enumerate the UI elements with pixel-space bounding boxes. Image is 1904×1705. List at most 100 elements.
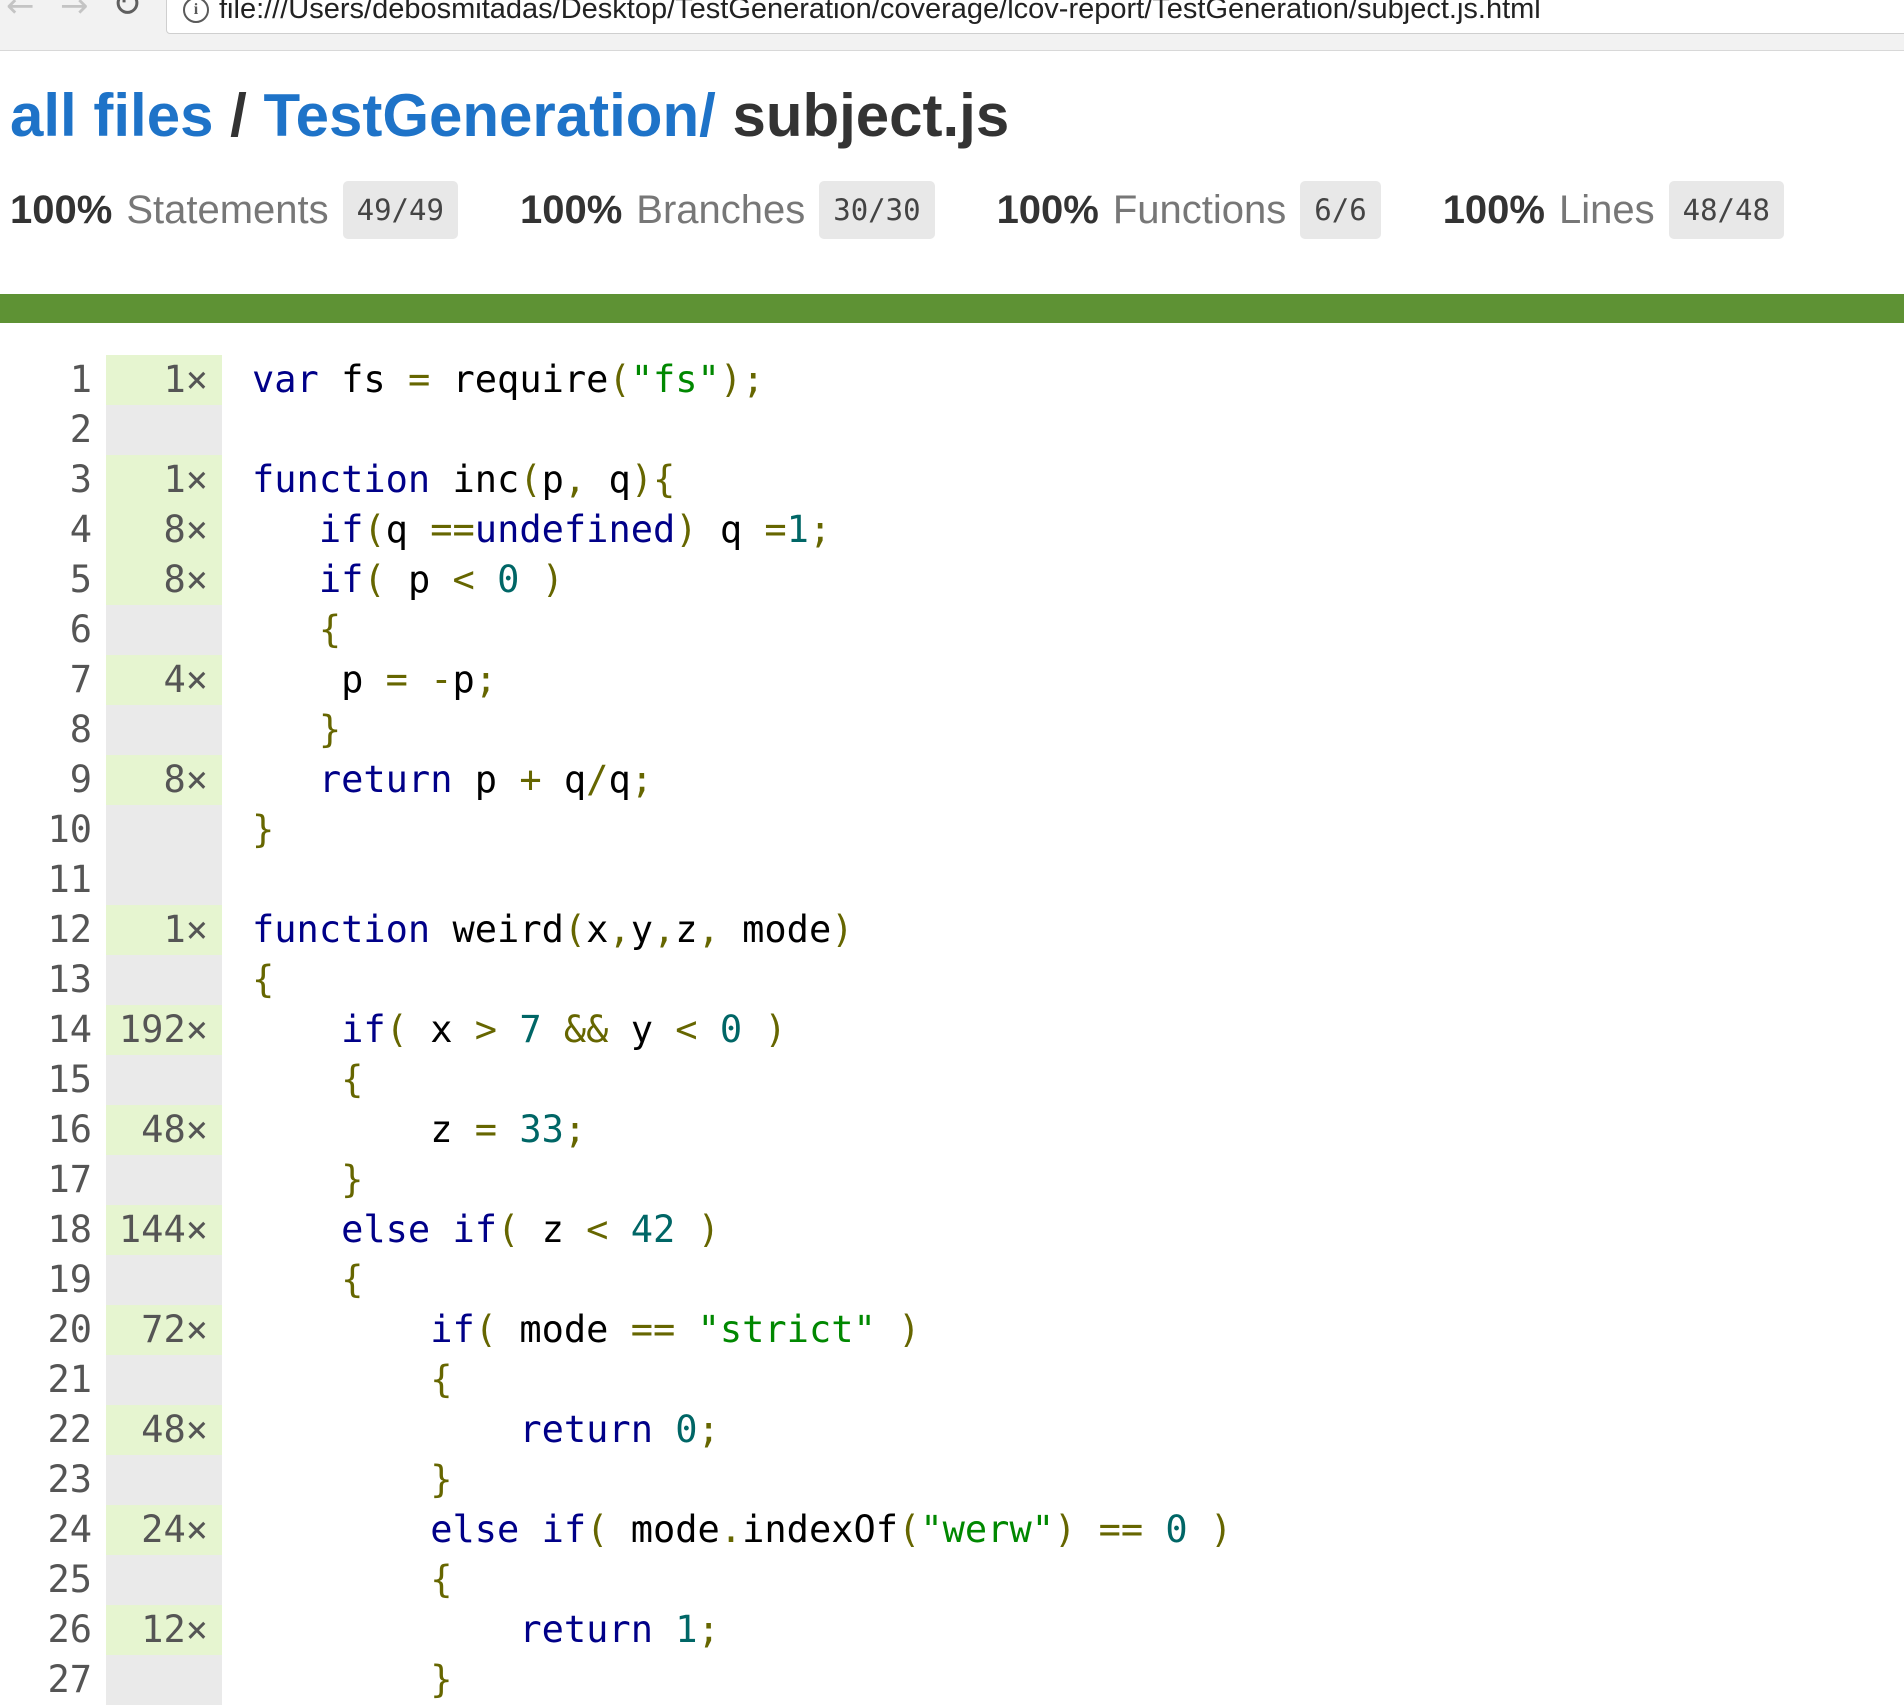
line-number[interactable]: 16: [0, 1105, 106, 1155]
reload-icon[interactable]: ↻: [112, 0, 142, 25]
hit-count: [106, 855, 222, 905]
hit-count: 144×: [106, 1205, 222, 1255]
code-line-row: 13 {: [0, 955, 1232, 1005]
line-number[interactable]: 5: [0, 555, 106, 605]
code-token: <: [675, 1008, 698, 1051]
code-token: if: [341, 1008, 386, 1051]
line-number[interactable]: 3: [0, 455, 106, 505]
code-token: p: [252, 658, 386, 701]
source-code: {: [222, 1555, 453, 1605]
line-number[interactable]: 23: [0, 1455, 106, 1505]
code-token: ==: [630, 1308, 676, 1351]
line-number[interactable]: 10: [0, 805, 106, 855]
line-number[interactable]: 22: [0, 1405, 106, 1455]
source-code: return p + q/q;: [222, 755, 653, 805]
code-token: p: [385, 558, 453, 601]
code-token: function: [252, 458, 431, 501]
line-number[interactable]: 6: [0, 605, 106, 655]
line-number[interactable]: 9: [0, 755, 106, 805]
line-number[interactable]: 11: [0, 855, 106, 905]
line-number[interactable]: 15: [0, 1055, 106, 1105]
code-token: ==: [430, 508, 475, 551]
source-code: function inc(p, q){: [222, 455, 675, 505]
hit-count: [106, 405, 222, 455]
code-token: var: [252, 358, 319, 401]
code-token: p: [452, 758, 520, 801]
code-token: .: [719, 1508, 743, 1551]
breadcrumb-testgeneration-link[interactable]: TestGeneration/: [263, 82, 715, 149]
line-number[interactable]: 14: [0, 1005, 106, 1055]
source-code: if( p < 0 ): [222, 555, 564, 605]
source-code: [222, 405, 252, 455]
code-token: return: [519, 1608, 653, 1651]
line-number[interactable]: 4: [0, 505, 106, 555]
source-code: if(q ==undefined) q =1;: [222, 505, 831, 555]
code-token: weird: [430, 908, 564, 951]
code-line-row: 20 72× if( mode == "strict" ): [0, 1305, 1232, 1355]
info-icon[interactable]: i: [183, 0, 209, 23]
code-token: ): [541, 558, 564, 601]
line-number[interactable]: 25: [0, 1555, 106, 1605]
line-number[interactable]: 12: [0, 905, 106, 955]
line-number[interactable]: 20: [0, 1305, 106, 1355]
branches-label: Branches: [636, 187, 806, 232]
code-token: return: [519, 1408, 653, 1451]
code-token: z: [675, 908, 698, 951]
code-token: }: [252, 808, 275, 851]
code-token: (: [608, 358, 631, 401]
code-token: =: [474, 1108, 498, 1151]
line-number[interactable]: 2: [0, 405, 106, 455]
line-number[interactable]: 24: [0, 1505, 106, 1555]
code-line-row: 5 8× if( p < 0 ): [0, 555, 1232, 605]
code-line-row: 18 144× else if( z < 42 ): [0, 1205, 1232, 1255]
code-token: if: [541, 1508, 587, 1551]
code-token: q: [385, 508, 431, 551]
line-number[interactable]: 27: [0, 1655, 106, 1705]
source-code: {: [222, 955, 274, 1005]
code-token: ){: [630, 458, 676, 501]
code-token: (: [586, 1508, 609, 1551]
forward-arrow-icon[interactable]: →: [60, 0, 89, 26]
back-arrow-icon[interactable]: ←: [6, 0, 35, 26]
code-token: ;: [697, 1408, 720, 1451]
code-token: x: [586, 908, 609, 951]
line-number[interactable]: 26: [0, 1605, 106, 1655]
line-number[interactable]: 17: [0, 1155, 106, 1205]
code-token: else: [341, 1208, 431, 1251]
line-number[interactable]: 7: [0, 655, 106, 705]
hit-count: [106, 705, 222, 755]
line-number[interactable]: 13: [0, 955, 106, 1005]
lines-fraction: 48/48: [1668, 181, 1784, 239]
hit-count: 1×: [106, 905, 222, 955]
code-line-row: 27 }: [0, 1655, 1232, 1705]
line-number[interactable]: 19: [0, 1255, 106, 1305]
code-token: z: [252, 1108, 475, 1151]
url-field[interactable]: i file:///Users/debosmitadas/Desktop/Tes…: [166, 0, 1904, 34]
line-number[interactable]: 21: [0, 1355, 106, 1405]
breadcrumb-all-files-link[interactable]: all files: [10, 82, 213, 149]
code-token: <: [452, 558, 475, 601]
code-token: q: [586, 458, 631, 501]
code-token: {: [430, 1558, 453, 1601]
line-number[interactable]: 18: [0, 1205, 106, 1255]
source-code: else if( mode.indexOf("werw") == 0 ): [222, 1505, 1232, 1555]
code-token: y: [630, 908, 653, 951]
source-code: }: [222, 1655, 452, 1705]
url-text[interactable]: file:///Users/debosmitadas/Desktop/TestG…: [219, 0, 1541, 26]
code-token: =: [764, 508, 787, 551]
line-number[interactable]: 1: [0, 355, 106, 405]
code-token: return: [318, 758, 453, 801]
line-number[interactable]: 8: [0, 705, 106, 755]
